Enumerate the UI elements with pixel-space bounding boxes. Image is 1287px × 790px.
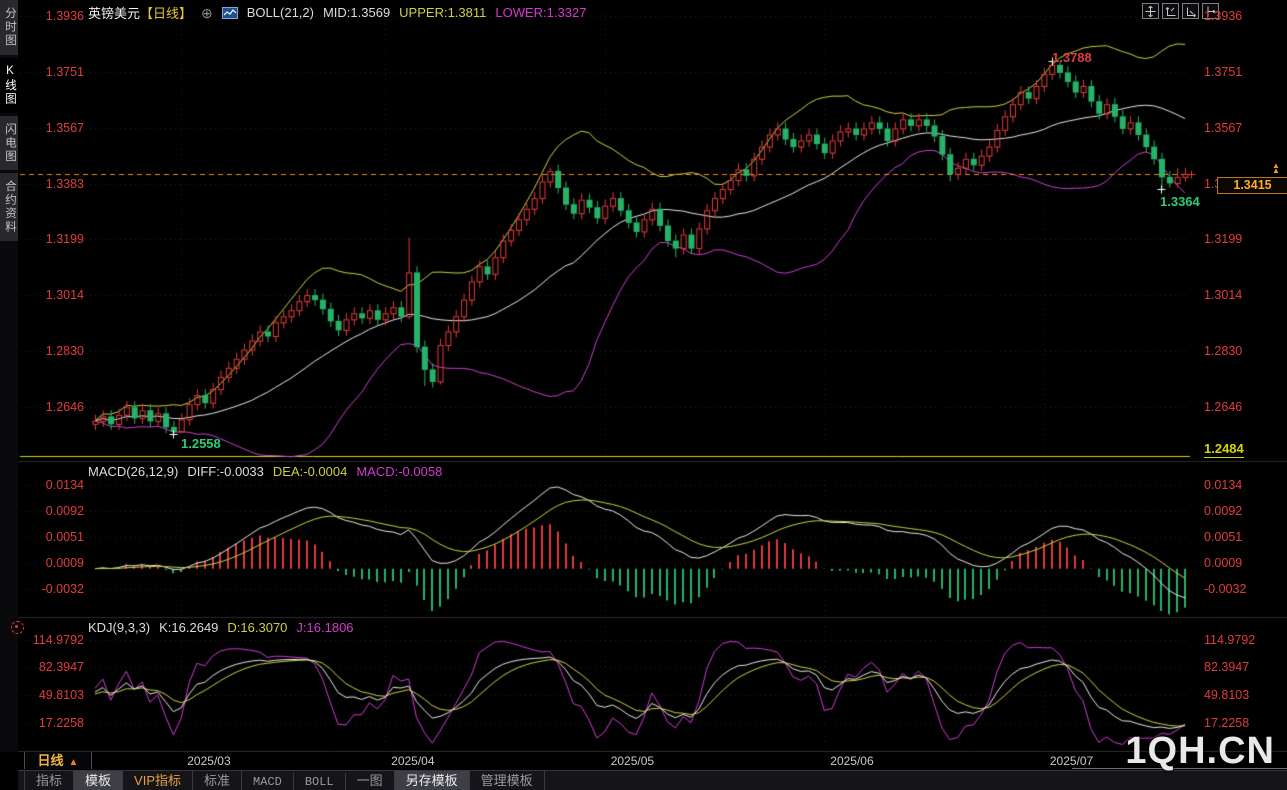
chart-type-sidebar: 分时图 K线图闪电图合约资料 — [0, 0, 18, 752]
toolbar-item-4[interactable]: MACD — [242, 773, 294, 790]
kdj-tick-right-3: 17.2258 — [1204, 716, 1249, 730]
sidebar-tab-0[interactable]: 分时图 — [0, 0, 18, 55]
kdj-tick-left-0: 114.9792 — [18, 633, 84, 647]
axis-zoom-left-icon[interactable] — [1162, 3, 1179, 19]
price-tick-right-4: 1.3199 — [1204, 232, 1242, 246]
macd-legend: MACD(26,12,9) DIFF:-0.0033 DEA:-0.0004 M… — [88, 464, 442, 479]
period-tag: 【日线】 — [140, 3, 192, 22]
price-tick-left-6: 1.2830 — [18, 344, 84, 358]
swing-low-label: 1.2558 — [181, 436, 221, 451]
crosshair-move-icon[interactable] — [1142, 3, 1159, 19]
kdj-tick-left-3: 17.2258 — [18, 716, 84, 730]
kdj-d-value: D:16.3070 — [227, 620, 287, 635]
macd-dea-value: DEA:-0.0004 — [273, 464, 347, 479]
price-tick-left-1: 1.3751 — [18, 65, 84, 79]
boll-lower-value: LOWER:1.3327 — [495, 5, 586, 20]
toolbar-item-5[interactable]: BOLL — [294, 773, 346, 790]
kdj-params-label: KDJ(9,3,3) — [88, 620, 150, 635]
recent-low-label: 1.3364 — [1160, 194, 1200, 209]
macd-tick-right-2: 0.0051 — [1204, 530, 1242, 544]
toolbar-item-3[interactable]: 标准 — [193, 771, 242, 790]
macd-tick-right-0: 0.0134 — [1204, 478, 1242, 492]
period-selector[interactable]: 日线 ▲ — [24, 752, 92, 769]
swing-high-label: 1.3788 — [1052, 50, 1092, 65]
last-price-badge[interactable]: 1.3415 — [1217, 177, 1287, 194]
toolbar-item-1[interactable]: 模板 — [74, 771, 123, 790]
price-tick-right-2: 1.3567 — [1204, 121, 1242, 135]
kdj-k-value: K:16.2649 — [159, 620, 218, 635]
toolbar-item-7[interactable]: 另存模板 — [395, 771, 470, 790]
toolbar-item-8[interactable]: 管理模板 — [470, 771, 545, 790]
price-up-arrow-icon: ▲▲ — [1270, 163, 1282, 173]
mini-chart-icon[interactable] — [222, 7, 238, 19]
price-tick-left-3: 1.3383 — [18, 177, 84, 191]
month-label-4: 2025/07 — [1050, 754, 1093, 768]
macd-diff-value: DIFF:-0.0033 — [187, 464, 264, 479]
chart-window: 分时图 K线图闪电图合约资料 英镑美元【日线】 ⊕ BOLL(21,2) MID:… — [0, 0, 1287, 790]
macd-tick-right-4: -0.0032 — [1204, 582, 1246, 596]
kdj-legend: KDJ(9,3,3) K:16.2649 D:16.3070 J:16.1806 — [88, 620, 354, 635]
kdj-tick-right-2: 49.8103 — [1204, 688, 1249, 702]
price-tick-right-5: 1.3014 — [1204, 288, 1242, 302]
macd-tick-left-3: 0.0009 — [18, 556, 84, 570]
price-tick-right-6: 1.2830 — [1204, 344, 1242, 358]
kdj-tick-left-1: 82.3947 — [18, 660, 84, 674]
price-tick-left-7: 1.2646 — [18, 400, 84, 414]
period-selector-arrow-icon: ▲ — [69, 757, 79, 768]
macd-tick-left-0: 0.0134 — [18, 478, 84, 492]
toolbar-item-6[interactable]: 一图 — [346, 771, 395, 790]
toolbar-item-2[interactable]: VIP指标 — [123, 771, 193, 790]
price-tick-left-5: 1.3014 — [18, 288, 84, 302]
sidebar-tab-2[interactable]: 闪电图 — [0, 116, 18, 171]
toolbar-item-0[interactable]: 指标 — [24, 771, 74, 790]
boll-upper-value: UPPER:1.3811 — [399, 5, 486, 20]
sidebar-tab-1[interactable]: K线图 — [0, 58, 18, 113]
period-selector-label: 日线 — [38, 753, 64, 768]
boll-params-label: BOLL(21,2) — [247, 5, 314, 20]
boll-mid-value: MID:1.3569 — [323, 5, 390, 20]
sidebar-tab-3[interactable]: 合约资料 — [0, 173, 18, 241]
main-chart-legend: 英镑美元【日线】 ⊕ BOLL(21,2) MID:1.3569 UPPER:1… — [88, 3, 586, 22]
price-tick-right-1: 1.3751 — [1204, 65, 1242, 79]
month-label-0: 2025/03 — [187, 754, 230, 768]
kdj-j-value: J:16.1806 — [296, 620, 353, 635]
price-tick-left-4: 1.3199 — [18, 232, 84, 246]
price-tick-right-7: 1.2646 — [1204, 400, 1242, 414]
price-tick-left-2: 1.3567 — [18, 121, 84, 135]
macd-tick-right-1: 0.0092 — [1204, 504, 1242, 518]
sun-indicator-icon[interactable] — [11, 621, 24, 634]
indicator-toolbar: 指标模板VIP指标标准MACDBOLL一图另存模板管理模板 — [18, 770, 1287, 790]
chart-canvas[interactable] — [0, 0, 1287, 790]
macd-tick-left-2: 0.0051 — [18, 530, 84, 544]
macd-params-label: MACD(26,12,9) — [88, 464, 178, 479]
month-label-3: 2025/06 — [830, 754, 873, 768]
instrument-name: 英镑美元 — [88, 3, 140, 22]
macd-tick-right-3: 0.0009 — [1204, 556, 1242, 570]
circle-plus-icon[interactable]: ⊕ — [201, 8, 213, 18]
support-level-label: 1.2484 — [1204, 441, 1244, 458]
kdj-tick-right-0: 114.9792 — [1204, 633, 1255, 647]
kdj-tick-right-1: 82.3947 — [1204, 660, 1249, 674]
macd-tick-left-1: 0.0092 — [18, 504, 84, 518]
price-tick-left-0: 1.3936 — [18, 9, 84, 23]
macd-macd-value: MACD:-0.0058 — [356, 464, 442, 479]
macd-tick-left-4: -0.0032 — [18, 582, 84, 596]
month-label-1: 2025/04 — [391, 754, 434, 768]
kdj-tick-left-2: 49.8103 — [18, 688, 84, 702]
axis-zoom-right-icon[interactable] — [1182, 3, 1199, 19]
site-watermark: 1QH.CN — [1125, 730, 1275, 773]
month-label-2: 2025/05 — [611, 754, 654, 768]
price-tick-right-0: 1.3936 — [1204, 9, 1242, 23]
